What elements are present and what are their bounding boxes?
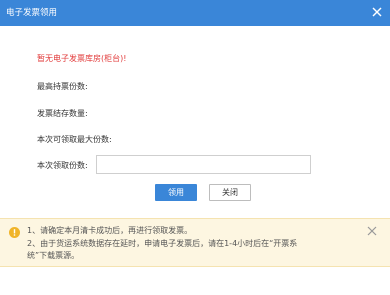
notice-line-2: 2、由于货运系统数据存在延时，申请电子发票后，请在1-4小时后在“开票系: [27, 239, 298, 248]
dialog-titlebar: 电子发票领用: [0, 0, 390, 26]
notice-panel: 1、请确定本月清卡成功后，再进行领取发票。 2、由于货运系统数据存在延时，申请电…: [0, 218, 390, 267]
notice-line-1: 1、请确定本月清卡成功后，再进行领取发票。: [27, 226, 193, 235]
dismiss-icon[interactable]: [366, 225, 378, 237]
max-holding-label: 最高持票份数:: [37, 82, 88, 91]
warning-icon: [9, 227, 20, 238]
claim-quantity-input[interactable]: [96, 155, 311, 174]
notice-line-3: 统”下载票源。: [27, 251, 80, 260]
close-button[interactable]: 关闭: [209, 184, 251, 201]
max-claim-label: 本次可领取最大份数:: [37, 135, 112, 144]
dialog-title: 电子发票领用: [6, 8, 58, 18]
stock-quantity-label: 发票结存数量:: [37, 109, 88, 118]
claim-quantity-label: 本次领取份数:: [37, 161, 88, 170]
close-icon[interactable]: [370, 5, 384, 19]
claim-button[interactable]: 领用: [155, 184, 197, 201]
no-warehouse-warning: 暂无电子发票库房(柜台)!: [37, 54, 127, 63]
